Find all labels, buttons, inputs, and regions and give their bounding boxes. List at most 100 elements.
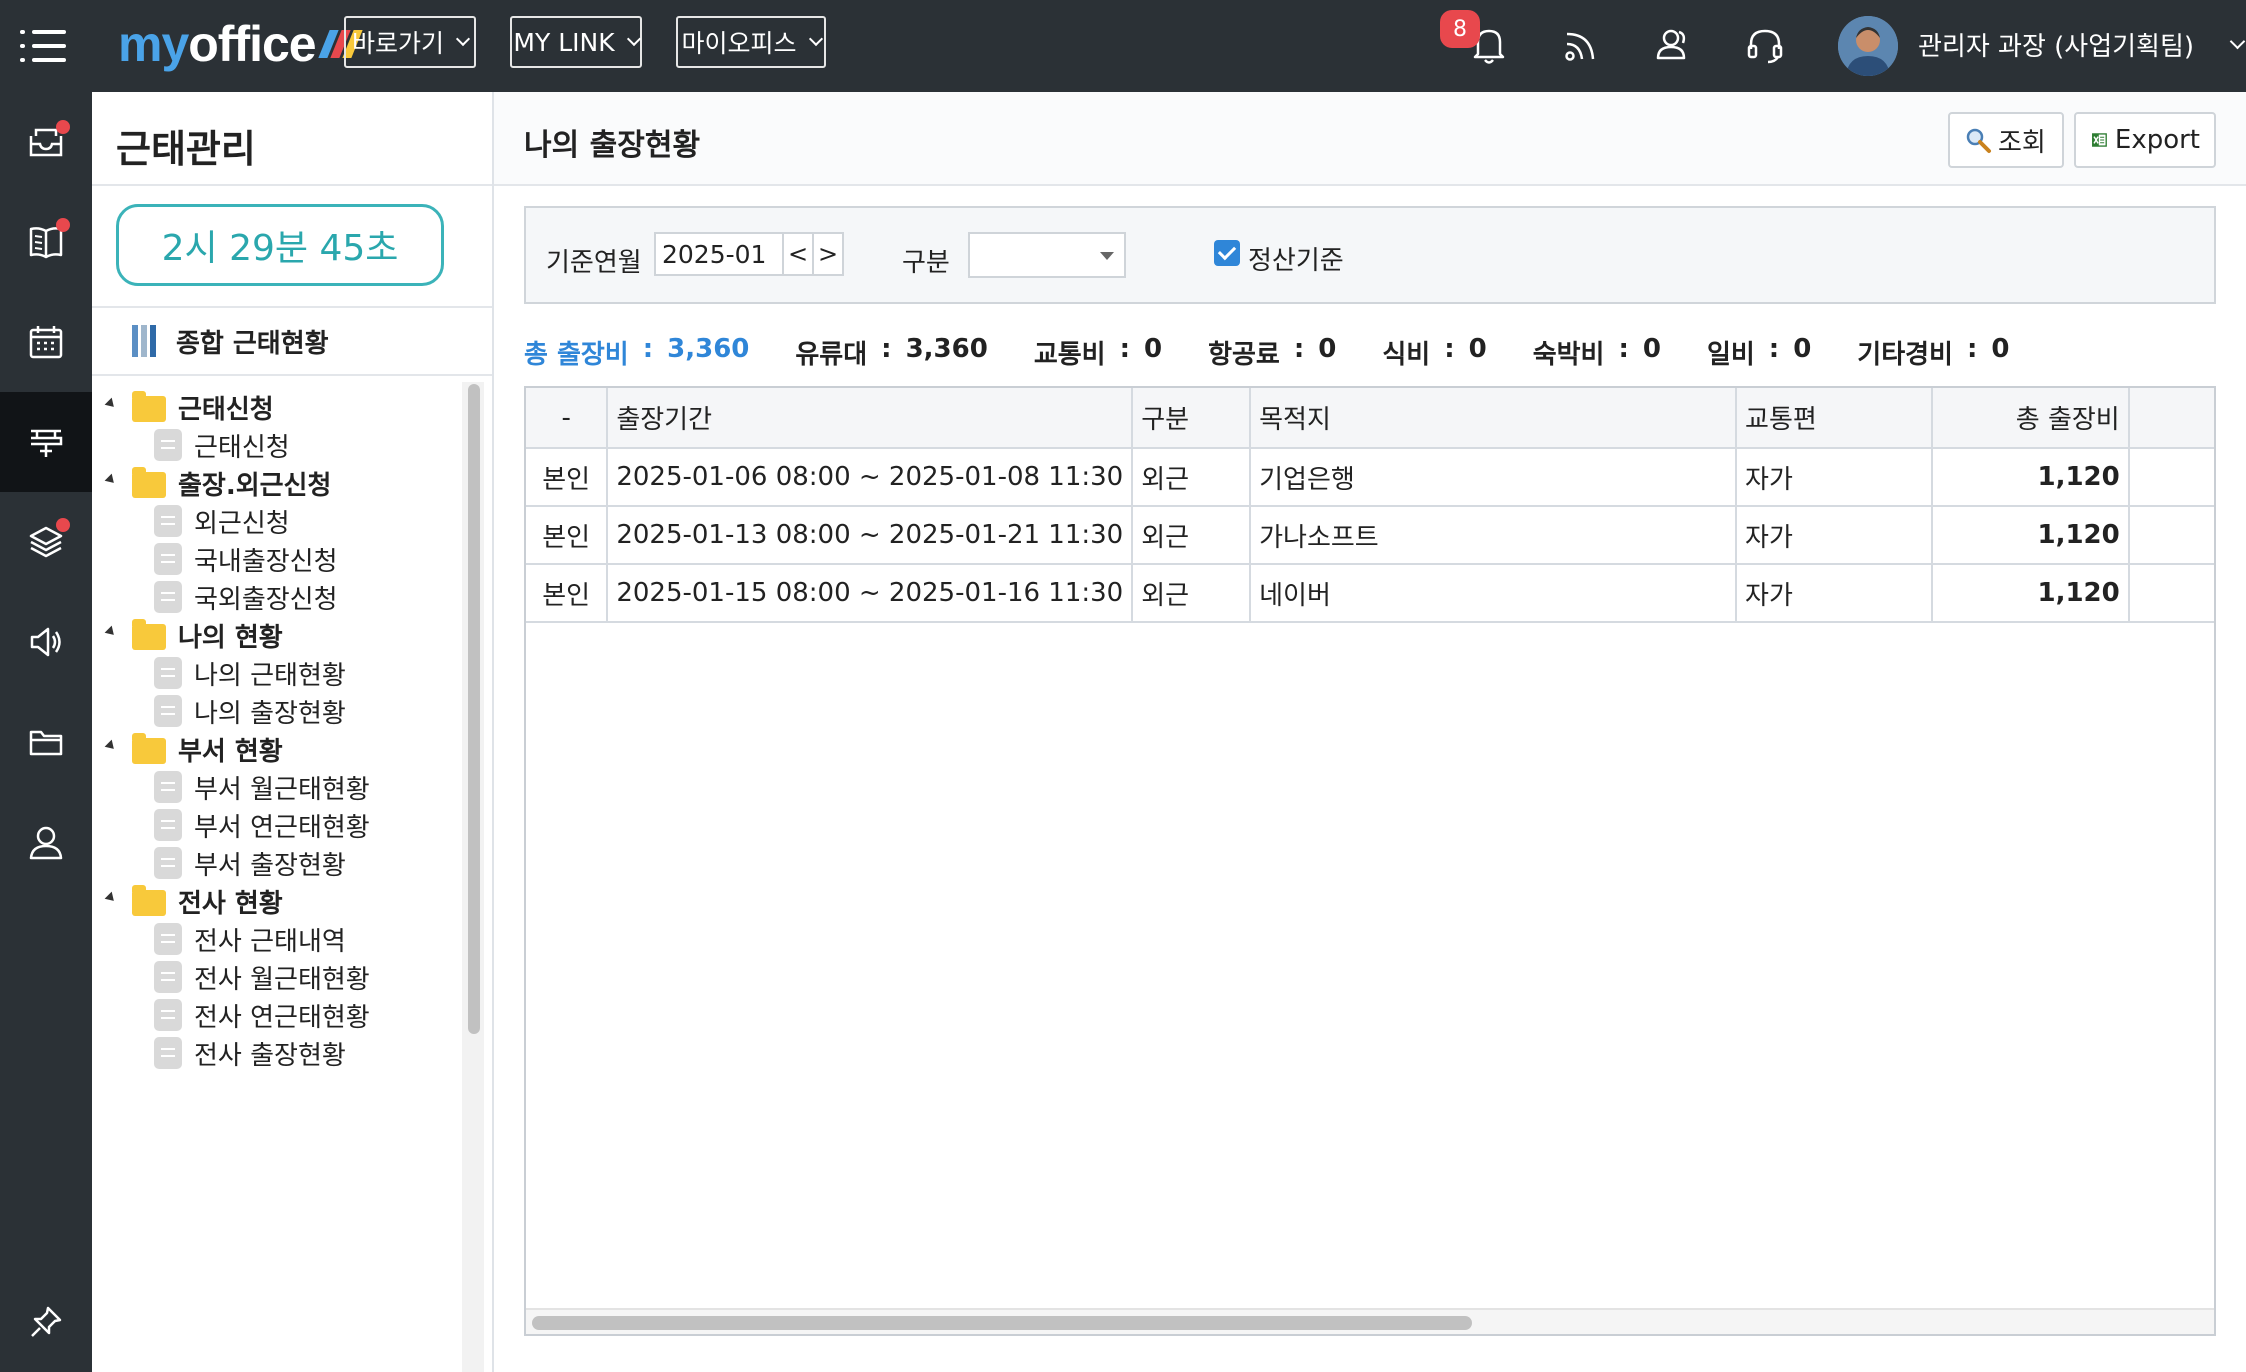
speaker-icon[interactable] [0, 592, 92, 692]
attendance-icon[interactable] [0, 392, 92, 492]
settle-checkbox[interactable] [1214, 240, 1240, 266]
colon: : [1293, 333, 1305, 364]
menu-icon[interactable] [20, 30, 68, 64]
main-content: 나의 출장현황 조회 Export 기준연월 2025-01 < > 구분 정산… [494, 92, 2246, 1372]
cell-extra [2128, 506, 2214, 565]
month-input[interactable]: 2025-01 [654, 232, 784, 276]
document-icon [154, 1037, 182, 1069]
cell-total: 1,120 [1931, 448, 2130, 507]
summary-attendance-link[interactable]: 종합 근태현황 [92, 306, 492, 376]
col-header-extra [2128, 388, 2214, 449]
pin-icon[interactable] [0, 1272, 92, 1372]
next-month-button[interactable]: > [812, 232, 844, 276]
document-icon [154, 543, 182, 575]
cell-type: 외근 [1132, 506, 1252, 565]
total-expense: 총 출장비:3,360 [524, 334, 749, 371]
month-label: 기준연월 [546, 248, 642, 278]
table-scroll-thumb[interactable] [532, 1316, 1472, 1330]
document-icon [154, 657, 182, 689]
colon: : [1966, 333, 1978, 364]
mylink-menu-button[interactable]: MY LINK [510, 16, 642, 68]
expand-triangle-icon[interactable] [104, 625, 118, 639]
icon-rail [0, 92, 92, 1372]
expand-triangle-icon[interactable] [104, 891, 118, 905]
other-expense: 기타경비:0 [1857, 334, 2009, 371]
logo-my: my [118, 16, 189, 72]
total-label: 총 출장비 [524, 339, 629, 370]
person-icon[interactable] [0, 792, 92, 892]
cell-person: 본인 [526, 564, 609, 623]
prev-month-button[interactable]: < [782, 232, 814, 276]
total-value: 0 [1318, 333, 1337, 364]
totals-summary: 총 출장비:3,360 유류대:3,360 교통비:0 항공료:0 식비:0 숙… [524, 332, 2055, 372]
rss-icon[interactable] [1558, 22, 1604, 68]
total-value: 0 [1642, 333, 1661, 364]
total-label: 숙박비 [1532, 339, 1605, 370]
expand-triangle-icon[interactable] [104, 397, 118, 411]
notification-badge[interactable]: 8 [1440, 10, 1480, 48]
search-button[interactable]: 조회 [1948, 112, 2064, 168]
cell-extra [2128, 564, 2214, 623]
layers-icon[interactable] [0, 492, 92, 592]
shortcut-menu-button[interactable]: 바로가기 [344, 16, 476, 68]
type-label: 구분 [902, 248, 950, 278]
table-row[interactable]: 본인 2025-01-13 08:00 ~ 2025-01-21 11:30 외… [526, 506, 2214, 565]
col-header-person[interactable]: - [526, 388, 609, 449]
document-icon [154, 505, 182, 537]
sidebar-scroll-thumb[interactable] [468, 384, 480, 1034]
myoffice-menu-button[interactable]: 마이오피스 [676, 16, 826, 68]
export-button[interactable]: Export [2074, 112, 2216, 168]
headset-icon[interactable] [1742, 22, 1788, 68]
settle-label[interactable]: 정산기준 [1248, 240, 1344, 277]
col-header-transport[interactable]: 교통편 [1736, 388, 1933, 449]
mail-icon[interactable] [0, 92, 92, 192]
col-header-total[interactable]: 총 출장비 [1931, 388, 2130, 449]
colon: : [1444, 333, 1455, 364]
lodging-expense: 숙박비:0 [1533, 334, 1661, 371]
cell-destination: 네이버 [1250, 564, 1738, 623]
logo-office: office [188, 16, 316, 72]
cell-type: 외근 [1132, 564, 1252, 623]
table-row[interactable]: 본인 2025-01-15 08:00 ~ 2025-01-16 11:30 외… [526, 564, 2214, 623]
cell-transport: 자가 [1736, 564, 1933, 623]
people-icon[interactable] [1650, 22, 1696, 68]
search-panel: 기준연월 2025-01 < > 구분 정산기준 [524, 206, 2216, 304]
total-value: 0 [1793, 333, 1812, 364]
chevron-down-icon[interactable] [2229, 33, 2246, 50]
sidebar: 근태관리 2시 29분 45초 종합 근태현황 근태신청 근태신청 출장.외근신… [92, 92, 494, 1372]
type-select[interactable] [968, 232, 1126, 278]
table-horizontal-scrollbar[interactable] [526, 1308, 2214, 1334]
total-label: 기타경비 [1857, 339, 1953, 370]
colon: : [642, 333, 654, 364]
board-icon[interactable] [0, 192, 92, 292]
folder-icon [132, 885, 166, 916]
col-header-destination[interactable]: 목적지 [1250, 388, 1738, 449]
col-header-type[interactable]: 구분 [1132, 388, 1252, 449]
tree-item-company-trips[interactable]: 전사 출장현황 [92, 1028, 464, 1078]
col-header-period[interactable]: 출장기간 [607, 388, 1134, 449]
app-logo[interactable]: my office [118, 14, 363, 74]
cell-type: 외근 [1132, 448, 1252, 507]
colon: : [881, 333, 892, 364]
user-name[interactable]: 관리자 과장 (사업기획팀) [1918, 26, 2194, 63]
search-button-label: 조회 [1998, 127, 2046, 158]
cell-period: 2025-01-15 08:00 ~ 2025-01-16 11:30 [607, 564, 1134, 623]
colon: : [1119, 333, 1130, 364]
table-row[interactable]: 본인 2025-01-06 08:00 ~ 2025-01-08 11:30 외… [526, 448, 2214, 507]
total-label: 교통비 [1033, 339, 1106, 370]
cell-total: 1,120 [1931, 564, 2130, 623]
work-timer: 2시 29분 45초 [116, 204, 444, 286]
calendar-icon[interactable] [0, 292, 92, 392]
avatar[interactable] [1838, 16, 1898, 76]
daily-expense: 일비:0 [1707, 334, 1811, 371]
folder-icon [132, 391, 166, 422]
total-value: 0 [1991, 333, 2010, 364]
document-icon [154, 809, 182, 841]
expand-triangle-icon[interactable] [104, 739, 118, 753]
expand-triangle-icon[interactable] [104, 473, 118, 487]
folder-icon [132, 733, 166, 764]
folder-icon[interactable] [0, 692, 92, 792]
meal-expense: 식비:0 [1382, 334, 1486, 371]
total-value: 3,360 [667, 333, 750, 364]
book-icon [132, 325, 164, 357]
